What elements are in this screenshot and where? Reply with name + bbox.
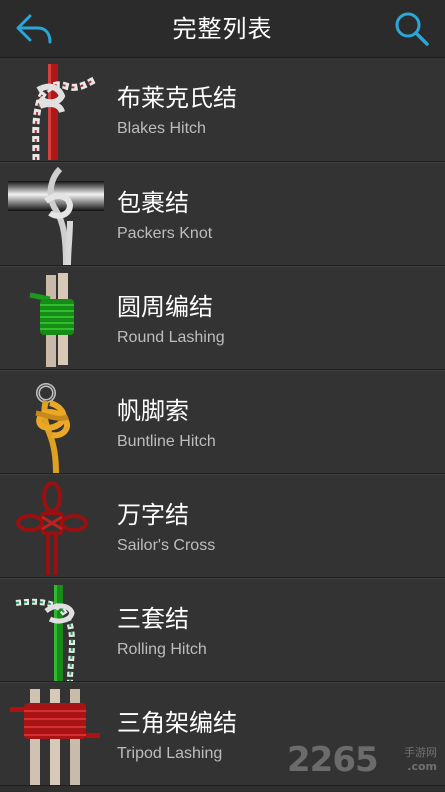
knot-name-cn: 万字结: [117, 501, 189, 529]
rolling-hitch-knot-icon: [15, 585, 76, 681]
knot-list-item[interactable]: 三套结 Rolling Hitch: [0, 578, 445, 682]
watermark-domain: .com: [407, 760, 437, 773]
blakes-hitch-knot-icon: [32, 64, 96, 160]
search-icon[interactable]: [393, 10, 431, 48]
knot-list-item[interactable]: 帆脚索 Buntline Hitch: [0, 370, 445, 474]
knot-list-item[interactable]: 包裹结 Packers Knot: [0, 162, 445, 266]
round-lashing-knot-icon: [29, 273, 74, 367]
page-title: 完整列表: [172, 15, 273, 43]
knot-list-item[interactable]: 万字结 Sailor's Cross: [0, 474, 445, 578]
buntline-hitch-knot-icon: [35, 383, 70, 473]
knot-name-cn: 布莱克氏结: [117, 84, 237, 112]
tripod-lashing-knot-icon: [10, 689, 100, 785]
knot-name-en: Packers Knot: [117, 225, 213, 242]
top-bar: 完整列表: [0, 0, 445, 58]
knot-name-en: Round Lashing: [117, 329, 225, 346]
watermark-number: 2265: [287, 740, 379, 780]
watermark-site-name: 手游网: [404, 746, 437, 759]
knot-name-cn: 帆脚索: [117, 397, 189, 425]
knot-name-cn: 包裹结: [117, 189, 189, 217]
knot-list: 布莱克氏结 Blakes Hitch 包裹结 Packers Knot 圆周编结…: [0, 58, 445, 786]
knot-list-item[interactable]: 圆周编结 Round Lashing: [0, 266, 445, 370]
knot-list-item[interactable]: 布莱克氏结 Blakes Hitch: [0, 58, 445, 162]
knot-name-en: Sailor's Cross: [117, 537, 216, 554]
sailors-cross-knot-icon: [16, 481, 88, 575]
knot-name-en: Tripod Lashing: [117, 745, 223, 762]
watermark-logo: 2265 手游网 .com: [287, 740, 437, 780]
knot-name-cn: 圆周编结: [117, 293, 213, 321]
knot-name-en: Rolling Hitch: [117, 641, 207, 658]
knot-name-cn: 三套结: [117, 605, 189, 633]
packers-knot-icon: [8, 166, 104, 265]
knot-name-en: Blakes Hitch: [117, 120, 206, 137]
knot-name-cn: 三角架编结: [117, 709, 237, 737]
knot-name-en: Buntline Hitch: [117, 433, 216, 450]
